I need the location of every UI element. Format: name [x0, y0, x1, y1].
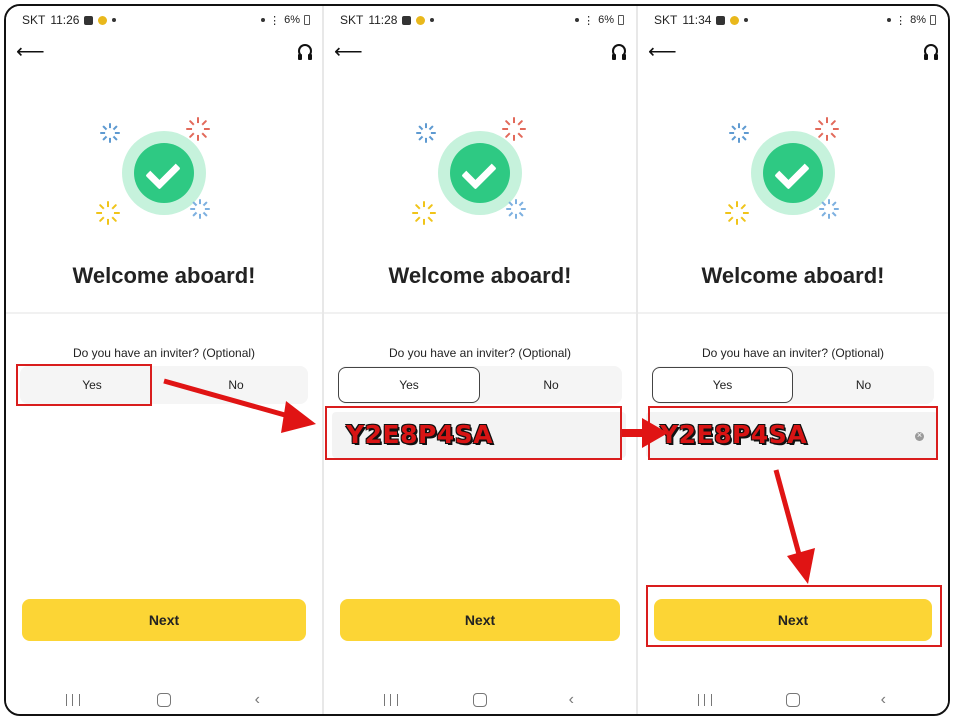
arrow-to-next-button — [773, 469, 803, 559]
annotation-arrows — [163, 378, 815, 584]
arrow-head-icon — [787, 548, 815, 584]
arrow-to-code-input — [163, 378, 293, 420]
arrow-head-icon — [281, 401, 316, 433]
arrow-head-icon — [642, 418, 668, 448]
